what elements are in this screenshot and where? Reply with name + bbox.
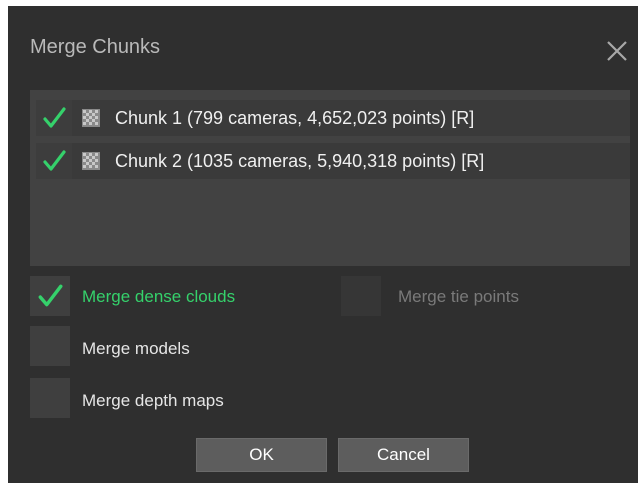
checkmark-icon[interactable]	[36, 143, 72, 179]
ok-button[interactable]: OK	[196, 438, 327, 472]
dialog-title: Merge Chunks	[30, 36, 161, 58]
checkmark-icon[interactable]	[36, 100, 72, 136]
merge-chunks-dialog: Merge Chunks Chunk 1 (799 cameras, 4,652…	[8, 6, 638, 483]
chunk-icon	[82, 152, 100, 170]
chunk-label: Chunk 1 (799 cameras, 4,652,023 points) …	[115, 107, 475, 128]
merge-models-checkbox[interactable]	[30, 326, 70, 366]
chunk-label: Chunk 2 (1035 cameras, 5,940,318 points)…	[115, 150, 485, 171]
checkmark-icon	[38, 284, 63, 307]
chunk-list[interactable]: Chunk 1 (799 cameras, 4,652,023 points) …	[30, 90, 630, 266]
merge-tie-points-checkbox[interactable]	[341, 276, 381, 316]
chunk-list-item[interactable]: Chunk 2 (1035 cameras, 5,940,318 points)…	[36, 143, 630, 179]
merge-dense-clouds-label[interactable]: Merge dense clouds	[82, 287, 235, 307]
merge-depth-maps-label[interactable]: Merge depth maps	[82, 391, 224, 411]
chunk-list-item[interactable]: Chunk 1 (799 cameras, 4,652,023 points) …	[36, 100, 630, 136]
merge-depth-maps-checkbox[interactable]	[30, 378, 70, 418]
merge-tie-points-label[interactable]: Merge tie points	[398, 287, 519, 307]
cancel-button[interactable]: Cancel	[338, 438, 469, 472]
chunk-icon	[82, 109, 100, 127]
close-icon[interactable]	[602, 36, 632, 66]
merge-dense-clouds-checkbox[interactable]	[30, 276, 70, 316]
merge-models-label[interactable]: Merge models	[82, 339, 190, 359]
